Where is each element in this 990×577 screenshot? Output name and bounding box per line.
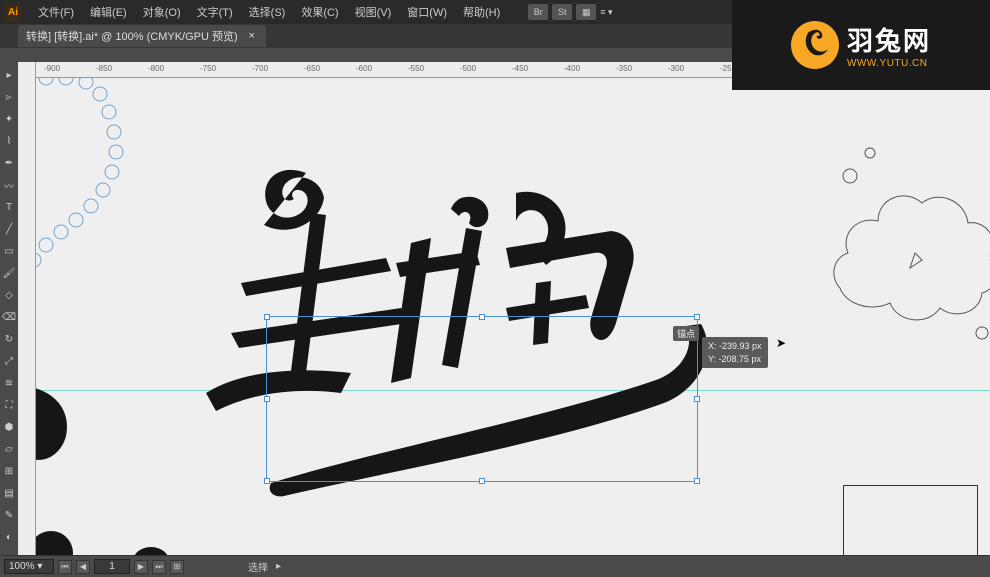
eyedropper-tool[interactable]: ✎ bbox=[0, 504, 18, 526]
coord-x-value: -239.93 px bbox=[719, 341, 762, 351]
last-artboard-button[interactable]: ⏭ bbox=[152, 560, 166, 574]
workspace: ▸ ▹ ✦ ⌇ ✒ 〰 T ╱ ▭ 🖌 ◇ ⌫ ↻ ⤢ ≋ ⛶ ⬢ ▱ ⊞ ▤ … bbox=[0, 62, 990, 555]
logo-icon bbox=[788, 18, 842, 72]
free-transform-tool[interactable]: ⛶ bbox=[0, 394, 18, 416]
shape-builder-tool[interactable]: ⬢ bbox=[0, 416, 18, 438]
canvas[interactable]: 锚点 X: -239.93 px Y: -208.75 px ➤ bbox=[36, 78, 990, 555]
rotate-tool[interactable]: ↻ bbox=[0, 328, 18, 350]
pen-tool[interactable]: ✒ bbox=[0, 152, 18, 174]
ruler-tick: -550 bbox=[408, 64, 424, 73]
rectangle-tool[interactable]: ▭ bbox=[0, 240, 18, 262]
ruler-tick: -600 bbox=[356, 64, 372, 73]
ruler-tick: -800 bbox=[148, 64, 164, 73]
snowflake-artwork[interactable] bbox=[36, 78, 146, 350]
ruler-tick: -350 bbox=[616, 64, 632, 73]
menu-effect[interactable]: 效果(C) bbox=[293, 4, 346, 20]
tab-close-button[interactable]: × bbox=[246, 30, 258, 42]
menu-select[interactable]: 选择(S) bbox=[241, 4, 294, 20]
ruler-tick: -900 bbox=[44, 64, 60, 73]
ruler-tick: -300 bbox=[668, 64, 684, 73]
shaper-tool[interactable]: ◇ bbox=[0, 284, 18, 306]
line-tool[interactable]: ╱ bbox=[0, 218, 18, 240]
toolbar: ▸ ▹ ✦ ⌇ ✒ 〰 T ╱ ▭ 🖌 ◇ ⌫ ↻ ⤢ ≋ ⛶ ⬢ ▱ ⊞ ▤ … bbox=[0, 62, 18, 555]
swoosh-artwork[interactable] bbox=[266, 318, 716, 498]
workspace-switch-icon[interactable]: ≡ ▾ bbox=[600, 4, 612, 20]
tab-title: 转换] [转换].ai* @ 100% (CMYK/GPU 预览) bbox=[26, 28, 238, 44]
menu-help[interactable]: 帮助(H) bbox=[455, 4, 508, 20]
coord-y-value: -208.75 px bbox=[719, 354, 762, 364]
ruler-tick: -400 bbox=[564, 64, 580, 73]
direct-selection-tool[interactable]: ▹ bbox=[0, 86, 18, 108]
scale-tool[interactable]: ⤢ bbox=[0, 350, 18, 372]
logo-text-cn: 羽兔网 bbox=[847, 21, 931, 58]
anchor-label: 锚点 bbox=[673, 326, 699, 341]
watermark-logo: 羽兔网 WWW.YUTU.CN bbox=[732, 0, 990, 90]
ruler-tick: -700 bbox=[252, 64, 268, 73]
blend-tool[interactable]: ◐ bbox=[0, 526, 18, 548]
logo-text-url: WWW.YUTU.CN bbox=[847, 58, 931, 69]
artboard-number[interactable]: 1 bbox=[94, 559, 130, 574]
magic-wand-tool[interactable]: ✦ bbox=[0, 108, 18, 130]
artboard-nav-icon[interactable]: ⊞ bbox=[170, 560, 184, 574]
top-icon-group: Br St ▦ ≡ ▾ bbox=[528, 4, 612, 20]
zoom-dropdown[interactable]: 100% ▾ bbox=[4, 559, 54, 574]
ruler-vertical[interactable] bbox=[18, 62, 36, 555]
first-artboard-button[interactable]: ⏮ bbox=[58, 560, 72, 574]
prev-artboard-button[interactable]: ◀ bbox=[76, 560, 90, 574]
gradient-tool[interactable]: ▤ bbox=[0, 482, 18, 504]
ruler-tick: -850 bbox=[96, 64, 112, 73]
selection-tool[interactable]: ▸ bbox=[0, 64, 18, 86]
cloud-outline[interactable] bbox=[820, 138, 990, 348]
menu-edit[interactable]: 编辑(E) bbox=[82, 4, 135, 20]
eraser-tool[interactable]: ⌫ bbox=[0, 306, 18, 328]
canvas-area[interactable]: -900 -850 -800 -750 -700 -650 -600 -550 … bbox=[18, 62, 990, 555]
rectangle-outline[interactable] bbox=[843, 485, 978, 555]
menu-window[interactable]: 窗口(W) bbox=[399, 4, 455, 20]
width-tool[interactable]: ≋ bbox=[0, 372, 18, 394]
lasso-tool[interactable]: ⌇ bbox=[0, 130, 18, 152]
type-tool[interactable]: T bbox=[0, 196, 18, 218]
coord-y-label: Y: bbox=[708, 354, 716, 364]
menu-file[interactable]: 文件(F) bbox=[30, 4, 82, 20]
menu-view[interactable]: 视图(V) bbox=[347, 4, 400, 20]
brush-tool[interactable]: 🖌 bbox=[0, 262, 18, 284]
app-icon: Ai bbox=[4, 3, 22, 21]
ruler-tick: -450 bbox=[512, 64, 528, 73]
coordinate-tooltip: X: -239.93 px Y: -208.75 px bbox=[702, 337, 768, 368]
stock-icon[interactable]: St bbox=[552, 4, 572, 20]
bottom-left-shapes bbox=[36, 513, 181, 555]
arrange-icon[interactable]: ▦ bbox=[576, 4, 596, 20]
document-tab[interactable]: 转换] [转换].ai* @ 100% (CMYK/GPU 预览) × bbox=[18, 25, 266, 47]
perspective-tool[interactable]: ▱ bbox=[0, 438, 18, 460]
menu-type[interactable]: 文字(T) bbox=[189, 4, 241, 20]
ruler-tick: -650 bbox=[304, 64, 320, 73]
status-tool-label: 选择 bbox=[248, 559, 268, 574]
next-artboard-button[interactable]: ▶ bbox=[134, 560, 148, 574]
menu-object[interactable]: 对象(O) bbox=[135, 4, 189, 20]
status-dropdown-icon[interactable]: ▸ bbox=[276, 561, 281, 572]
left-edge-shape bbox=[36, 386, 76, 476]
bridge-icon[interactable]: Br bbox=[528, 4, 548, 20]
ruler-tick: -500 bbox=[460, 64, 476, 73]
coord-x-label: X: bbox=[708, 341, 717, 351]
curvature-tool[interactable]: 〰 bbox=[0, 174, 18, 196]
statusbar: 100% ▾ ⏮ ◀ 1 ▶ ⏭ ⊞ 选择 ▸ bbox=[0, 555, 990, 577]
mesh-tool[interactable]: ⊞ bbox=[0, 460, 18, 482]
cursor-icon: ➤ bbox=[776, 336, 786, 350]
ruler-tick: -750 bbox=[200, 64, 216, 73]
